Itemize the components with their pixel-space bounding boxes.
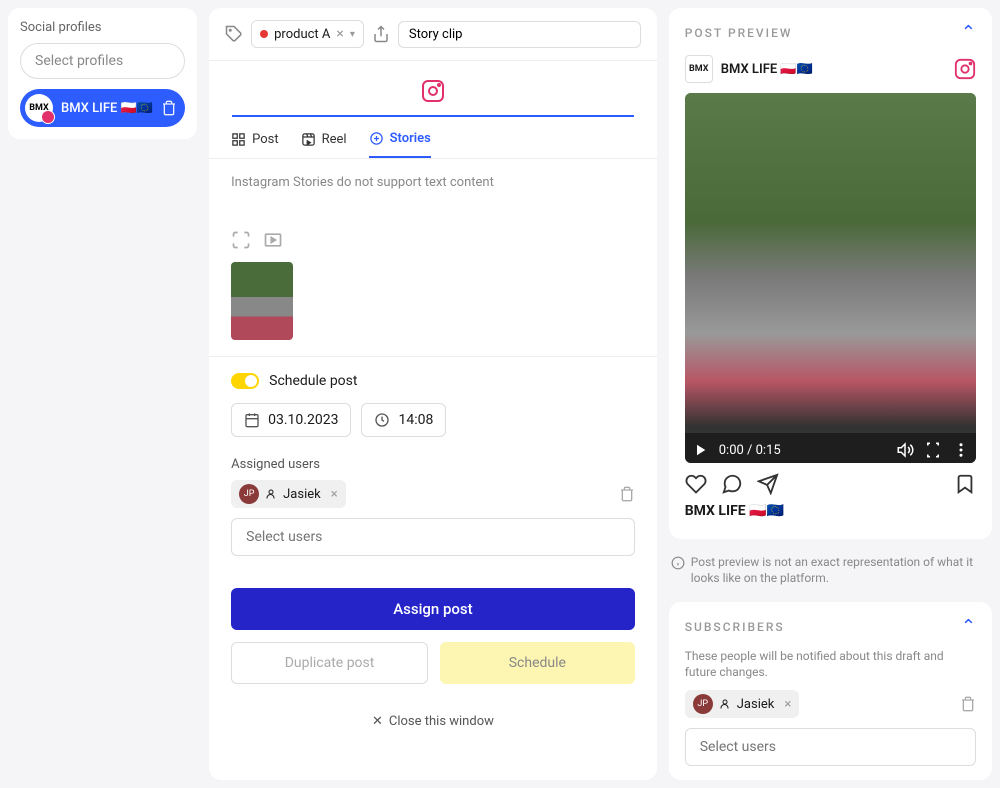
tag-icon bbox=[225, 25, 243, 43]
close-icon: ✕ bbox=[372, 714, 383, 729]
instagram-icon bbox=[954, 58, 976, 80]
trash-icon[interactable] bbox=[161, 100, 177, 116]
instagram-platform-tab[interactable] bbox=[421, 79, 445, 103]
stories-hint: Instagram Stories do not support text co… bbox=[231, 175, 635, 190]
preview-profile-name: BMX LIFE 🇵🇱🇪🇺 bbox=[721, 62, 946, 77]
profile-chip[interactable]: BMX BMX LIFE 🇵🇱🇪🇺 bbox=[20, 89, 185, 127]
user-avatar: JP bbox=[693, 694, 713, 714]
subscriber-chip: JP Jasiek × bbox=[685, 690, 800, 718]
media-thumbnail[interactable] bbox=[231, 262, 293, 340]
tag-name: product A bbox=[274, 27, 330, 42]
person-icon bbox=[265, 488, 277, 500]
profile-avatar: BMX bbox=[25, 94, 53, 122]
assigned-user-chip: JP Jasiek × bbox=[231, 480, 346, 508]
trash-icon[interactable] bbox=[619, 486, 635, 502]
tag-select[interactable]: product A × ▾ bbox=[251, 20, 364, 48]
subscribers-title: SUBSCRIBERS bbox=[685, 620, 785, 634]
chevron-up-icon[interactable]: ⌃ bbox=[961, 616, 976, 637]
remove-user-icon[interactable]: × bbox=[331, 487, 338, 502]
time-input[interactable]: 14:08 bbox=[361, 403, 446, 437]
info-icon bbox=[671, 556, 685, 570]
expand-icon[interactable] bbox=[231, 230, 251, 250]
profile-name: BMX LIFE 🇵🇱🇪🇺 bbox=[61, 101, 153, 116]
select-profiles-dropdown[interactable]: Select profiles bbox=[20, 43, 185, 79]
heart-icon[interactable] bbox=[685, 473, 707, 495]
tag-color-dot bbox=[260, 30, 268, 38]
duplicate-post-button[interactable]: Duplicate post bbox=[231, 642, 428, 684]
subscribers-desc: These people will be notified about this… bbox=[685, 649, 976, 680]
select-users-input[interactable] bbox=[231, 518, 635, 556]
person-icon bbox=[719, 698, 731, 710]
play-icon[interactable] bbox=[691, 441, 709, 459]
comment-icon[interactable] bbox=[721, 473, 743, 495]
remove-subscriber-icon[interactable]: × bbox=[784, 697, 791, 712]
video-preview[interactable]: 0:00 / 0:15 bbox=[685, 93, 976, 463]
grid-icon bbox=[231, 132, 246, 147]
close-window-link[interactable]: ✕ Close this window bbox=[209, 700, 657, 743]
stories-icon bbox=[369, 131, 384, 146]
user-avatar: JP bbox=[239, 484, 259, 504]
video-time: 0:00 / 0:15 bbox=[719, 443, 886, 458]
social-profiles-label: Social profiles bbox=[20, 20, 185, 35]
select-subscribers-input[interactable] bbox=[685, 728, 976, 766]
tab-stories[interactable]: Stories bbox=[369, 131, 431, 158]
fullscreen-icon[interactable] bbox=[924, 441, 942, 459]
chevron-down-icon[interactable]: ▾ bbox=[350, 29, 355, 40]
video-icon[interactable] bbox=[263, 230, 283, 250]
post-preview-title: POST PREVIEW bbox=[685, 26, 793, 40]
send-icon[interactable] bbox=[757, 473, 779, 495]
tab-post[interactable]: Post bbox=[231, 131, 279, 158]
trash-icon[interactable] bbox=[960, 696, 976, 712]
tag-remove-icon[interactable]: × bbox=[336, 26, 343, 42]
volume-icon[interactable] bbox=[896, 441, 914, 459]
calendar-icon bbox=[244, 412, 260, 428]
more-icon[interactable] bbox=[952, 441, 970, 459]
post-title-input[interactable] bbox=[398, 21, 641, 48]
assign-post-button[interactable]: Assign post bbox=[231, 588, 635, 630]
schedule-toggle[interactable] bbox=[231, 373, 259, 389]
chevron-up-icon[interactable]: ⌃ bbox=[961, 22, 976, 43]
reel-icon bbox=[301, 132, 316, 147]
preview-avatar: BMX bbox=[685, 55, 713, 83]
clock-icon bbox=[374, 412, 390, 428]
tab-reel[interactable]: Reel bbox=[301, 131, 347, 158]
disclaimer-text: Post preview is not an exact representat… bbox=[691, 555, 990, 586]
schedule-label: Schedule post bbox=[269, 373, 357, 389]
schedule-button[interactable]: Schedule bbox=[440, 642, 635, 684]
bookmark-icon[interactable] bbox=[954, 473, 976, 495]
date-input[interactable]: 03.10.2023 bbox=[231, 403, 351, 437]
preview-caption: BMX LIFE 🇵🇱🇪🇺 bbox=[685, 503, 976, 525]
share-icon bbox=[372, 25, 390, 43]
assigned-users-label: Assigned users bbox=[231, 457, 635, 472]
